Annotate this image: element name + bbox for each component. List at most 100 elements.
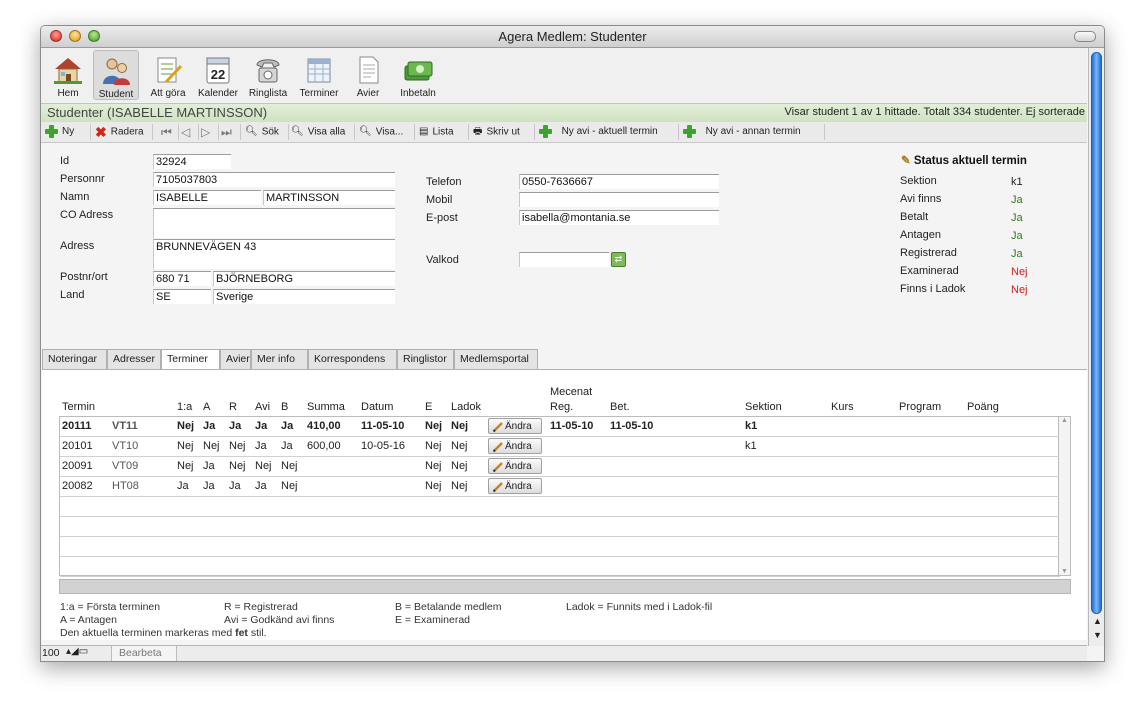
status-label-1: Avi finns: [900, 193, 942, 205]
table-row[interactable]: 20101 VT10 Nej Nej Nej Ja Ja 600,00 10-05-16 Nej N…: [60, 437, 1060, 457]
window-vertical-scrollbar[interactable]: ▲ ▼: [1088, 48, 1104, 646]
picker-icon: ⇄: [614, 254, 623, 264]
tab-avier[interactable]: Avier: [220, 349, 251, 369]
toolbar-terms-button[interactable]: Terminer: [295, 50, 343, 100]
toolbar-student-button[interactable]: Student: [93, 50, 139, 100]
previous-record-button[interactable]: ◁: [181, 124, 199, 140]
tab-ringlistor[interactable]: Ringlistor: [397, 349, 454, 369]
window-scroll-down-icon[interactable]: ▼: [1093, 630, 1102, 640]
toolbar-toggle-button[interactable]: [1074, 31, 1096, 42]
edit-term-button[interactable]: Ändra: [488, 478, 542, 494]
col-header-1[interactable]: 1:a: [177, 401, 192, 413]
toolbar-calendar-button[interactable]: 22 Kalender: [195, 50, 241, 100]
new-avi-current-button[interactable]: Ny avi - aktuell termin: [539, 124, 679, 140]
new-avi-current-label: Ny avi - aktuell termin: [561, 126, 658, 137]
last-name-field[interactable]: MARTINSSON: [263, 190, 395, 205]
table-row[interactable]: 20111 VT11 Nej Ja Ja Ja Ja 410,00 11-05-10 Nej Nej…: [60, 417, 1060, 437]
col-header-13[interactable]: Kurs: [831, 401, 854, 413]
first-name-field[interactable]: ISABELLE: [153, 190, 261, 205]
zoom-icons[interactable]: ▴◢▭: [66, 646, 88, 657]
col-header-11[interactable]: Bet.: [610, 401, 630, 413]
city-field[interactable]: BJÖRNEBORG: [213, 271, 395, 286]
new-avi-other-button[interactable]: Ny avi - annan termin: [683, 124, 825, 140]
email-field[interactable]: isabella@montania.se: [519, 210, 719, 225]
close-window-button[interactable]: [50, 30, 62, 42]
next-record-button[interactable]: ▷: [201, 124, 219, 140]
last-record-button[interactable]: ⏭: [221, 124, 241, 140]
zoom-window-button[interactable]: [88, 30, 100, 42]
mobile-field[interactable]: [519, 192, 719, 207]
valkod-field[interactable]: [519, 252, 609, 267]
id-field[interactable]: 32924: [153, 154, 231, 169]
scrollbar-thumb[interactable]: [1091, 52, 1102, 614]
address-field[interactable]: BRUNNEVÄGEN 43: [153, 239, 395, 269]
col-header-0[interactable]: Termin: [62, 401, 95, 413]
status-panel-title: ✎ Status aktuell termin: [901, 153, 1027, 167]
search-button[interactable]: 🔍︎ Sök: [245, 124, 289, 140]
magnifier-icon: 🔍︎: [359, 126, 372, 137]
toolbar-avier-label: Avier: [356, 88, 380, 99]
tab-korrespondens[interactable]: Korrespondens: [308, 349, 397, 369]
col-header-5[interactable]: B: [281, 401, 288, 413]
table-vertical-scrollbar[interactable]: ▲ ▼: [1059, 416, 1071, 576]
toolbar-todo-button[interactable]: Att göra: [145, 50, 191, 100]
page-title: Studenter (ISABELLE MARTINSSON): [47, 105, 268, 120]
edit-term-button[interactable]: Ändra: [488, 438, 542, 454]
toolbar-payments-button[interactable]: Inbetaln: [395, 50, 441, 100]
new-button[interactable]: Ny: [45, 124, 91, 140]
last-record-icon: ⏭: [221, 125, 232, 139]
tab-medlemsportal[interactable]: Medlemsportal: [454, 349, 538, 369]
table-row[interactable]: 20091 VT09 Nej Ja Nej Nej Nej Nej Nej Ändra: [60, 457, 1060, 477]
window-scroll-up-icon[interactable]: ▲: [1093, 616, 1102, 626]
title-bar: Agera Medlem: Studenter: [41, 26, 1104, 48]
legend-betalande: B = Betalande medlem: [395, 601, 502, 613]
toolbar-home-button[interactable]: Hem: [47, 50, 89, 100]
toolbar-home-label: Hem: [57, 88, 79, 99]
toolbar-calendar-label: Kalender: [197, 88, 239, 99]
col-header-15[interactable]: Poäng: [967, 401, 999, 413]
table-horizontal-scrollbar[interactable]: [59, 579, 1071, 594]
show-all-button[interactable]: 🔍︎ Visa alla: [291, 124, 355, 140]
scroll-down-arrow-icon[interactable]: ▼: [1061, 568, 1068, 575]
tab-adresser[interactable]: Adresser: [107, 349, 161, 369]
scroll-up-arrow-icon[interactable]: ▲: [1061, 417, 1068, 424]
delete-button[interactable]: ✖ Radera: [95, 124, 153, 140]
status-value-3: Ja: [1011, 230, 1023, 242]
col-header-8[interactable]: E: [425, 401, 432, 413]
email-label: E-post: [426, 212, 458, 224]
col-header-4[interactable]: Avi: [255, 401, 270, 413]
col-header-10[interactable]: Reg.: [550, 401, 573, 413]
search-label: Sök: [261, 126, 279, 138]
col-header-12[interactable]: Sektion: [745, 401, 782, 413]
legend-note-bold: fet: [235, 627, 248, 639]
print-button[interactable]: 🖶 Skriv ut: [473, 124, 535, 140]
tab-terminer[interactable]: Terminer: [161, 349, 220, 370]
minimize-window-button[interactable]: [69, 30, 81, 42]
list-button[interactable]: ▤ Lista: [419, 124, 469, 140]
col-header-14[interactable]: Program: [899, 401, 941, 413]
toolbar-avier-button[interactable]: Avier: [349, 50, 387, 100]
tab-mer-info[interactable]: Mer info: [251, 349, 308, 369]
zoom-level[interactable]: 100: [42, 647, 60, 659]
col-header-7[interactable]: Datum: [361, 401, 393, 413]
phone-field[interactable]: 0550-7636667: [519, 174, 719, 189]
country-code-field[interactable]: SE: [153, 289, 211, 304]
col-header-9[interactable]: Ladok: [451, 401, 481, 413]
country-name-field[interactable]: Sverige: [213, 289, 395, 304]
co-address-field[interactable]: [153, 208, 395, 238]
status-value-6: Nej: [1011, 284, 1028, 296]
col-header-2[interactable]: A: [203, 401, 210, 413]
col-header-6[interactable]: Summa: [307, 401, 345, 413]
col-header-3[interactable]: R: [229, 401, 237, 413]
tab-noteringar[interactable]: Noteringar: [42, 349, 107, 369]
toolbar-ringlist-button[interactable]: Ringlista: [245, 50, 291, 100]
first-record-button[interactable]: ⏮: [161, 124, 179, 140]
edit-term-button[interactable]: Ändra: [488, 418, 542, 434]
mode-indicator[interactable]: Bearbeta: [111, 646, 177, 661]
postnr-field[interactable]: 680 71: [153, 271, 211, 286]
show-button[interactable]: 🔍︎ Visa...: [359, 124, 415, 140]
personnr-field[interactable]: 7105037803: [153, 172, 395, 187]
valkod-picker-button[interactable]: ⇄: [611, 252, 626, 267]
edit-term-button[interactable]: Ändra: [488, 458, 542, 474]
table-row[interactable]: 20082 HT08 Ja Ja Ja Ja Nej Nej Nej Ändra: [60, 477, 1060, 497]
